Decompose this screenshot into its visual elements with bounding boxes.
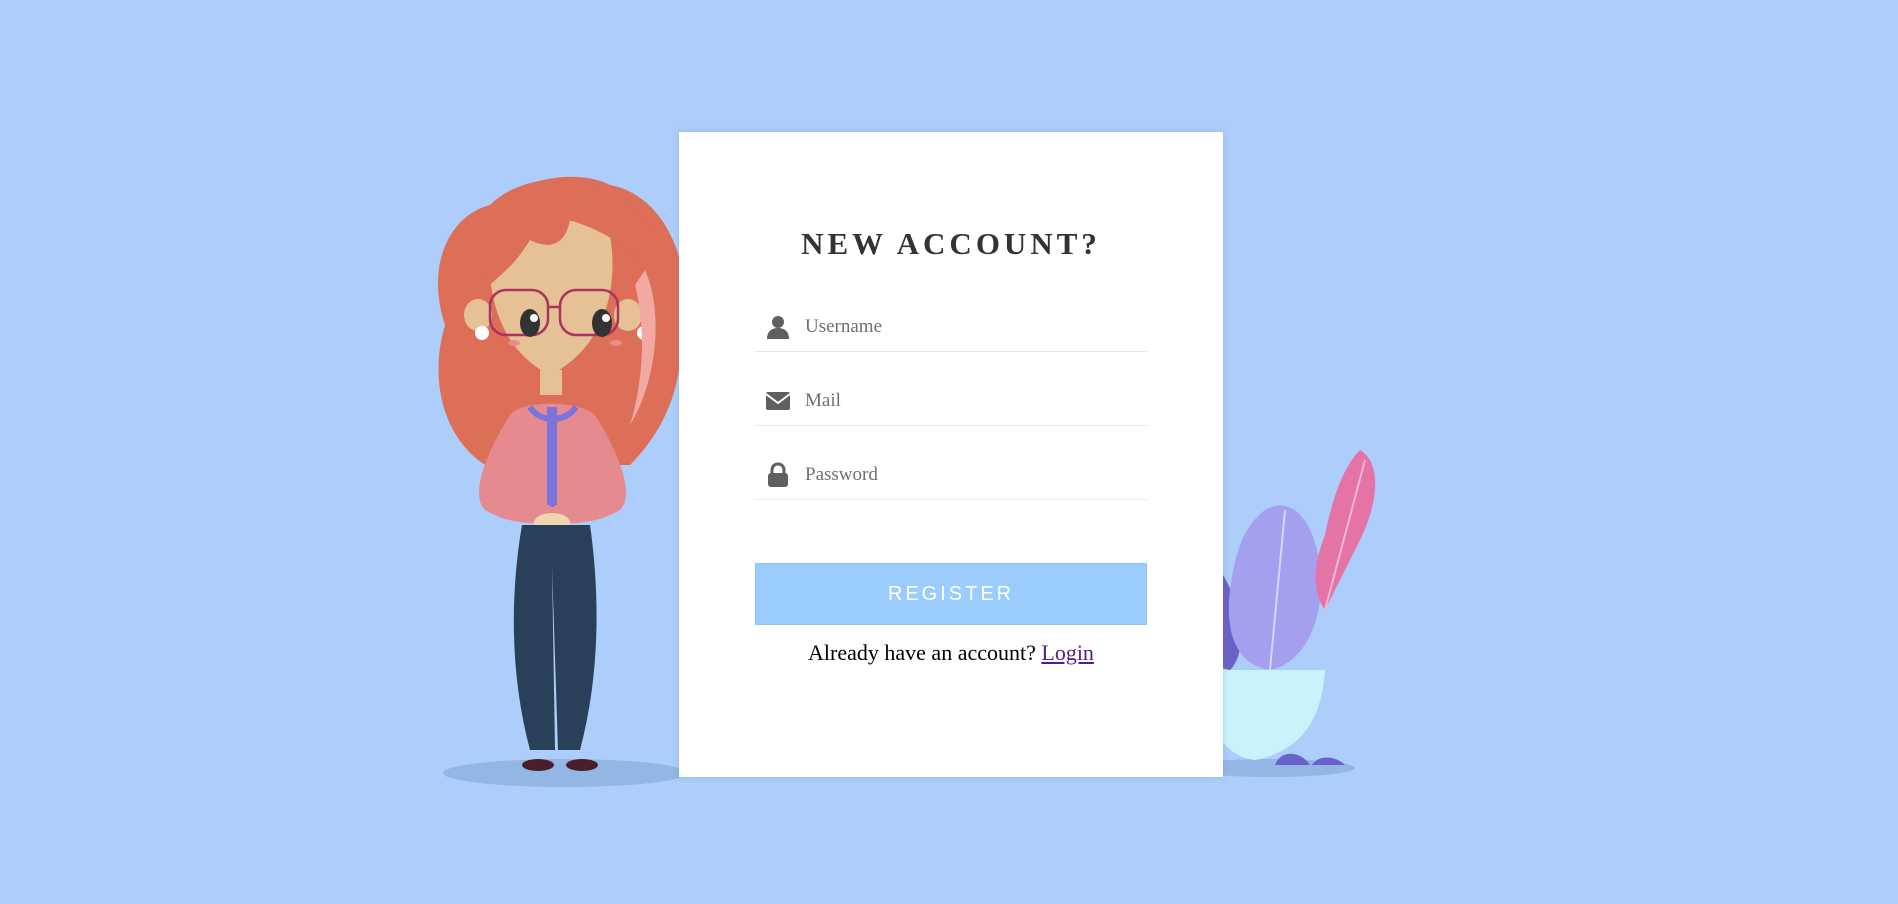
plant-illustration (1200, 450, 1376, 777)
username-input[interactable] (805, 308, 1135, 346)
password-field (755, 456, 1147, 500)
mail-field (755, 382, 1147, 426)
envelope-icon (765, 392, 791, 410)
login-link[interactable]: Login (1041, 640, 1094, 665)
page: NEW ACCOUNT? REGISTER Already hav (0, 0, 1898, 904)
register-card: NEW ACCOUNT? REGISTER Already hav (679, 132, 1223, 777)
girl-illustration (437, 176, 687, 787)
password-input[interactable] (805, 456, 1135, 494)
mail-input[interactable] (805, 382, 1135, 420)
login-prompt: Already have an account? Login (679, 640, 1223, 666)
form-title: NEW ACCOUNT? (801, 226, 1101, 261)
login-prompt-text: Already have an account? (808, 640, 1036, 665)
user-icon (767, 316, 789, 339)
lock-icon (768, 462, 788, 487)
username-field (755, 308, 1147, 352)
register-button[interactable]: REGISTER (755, 563, 1147, 625)
